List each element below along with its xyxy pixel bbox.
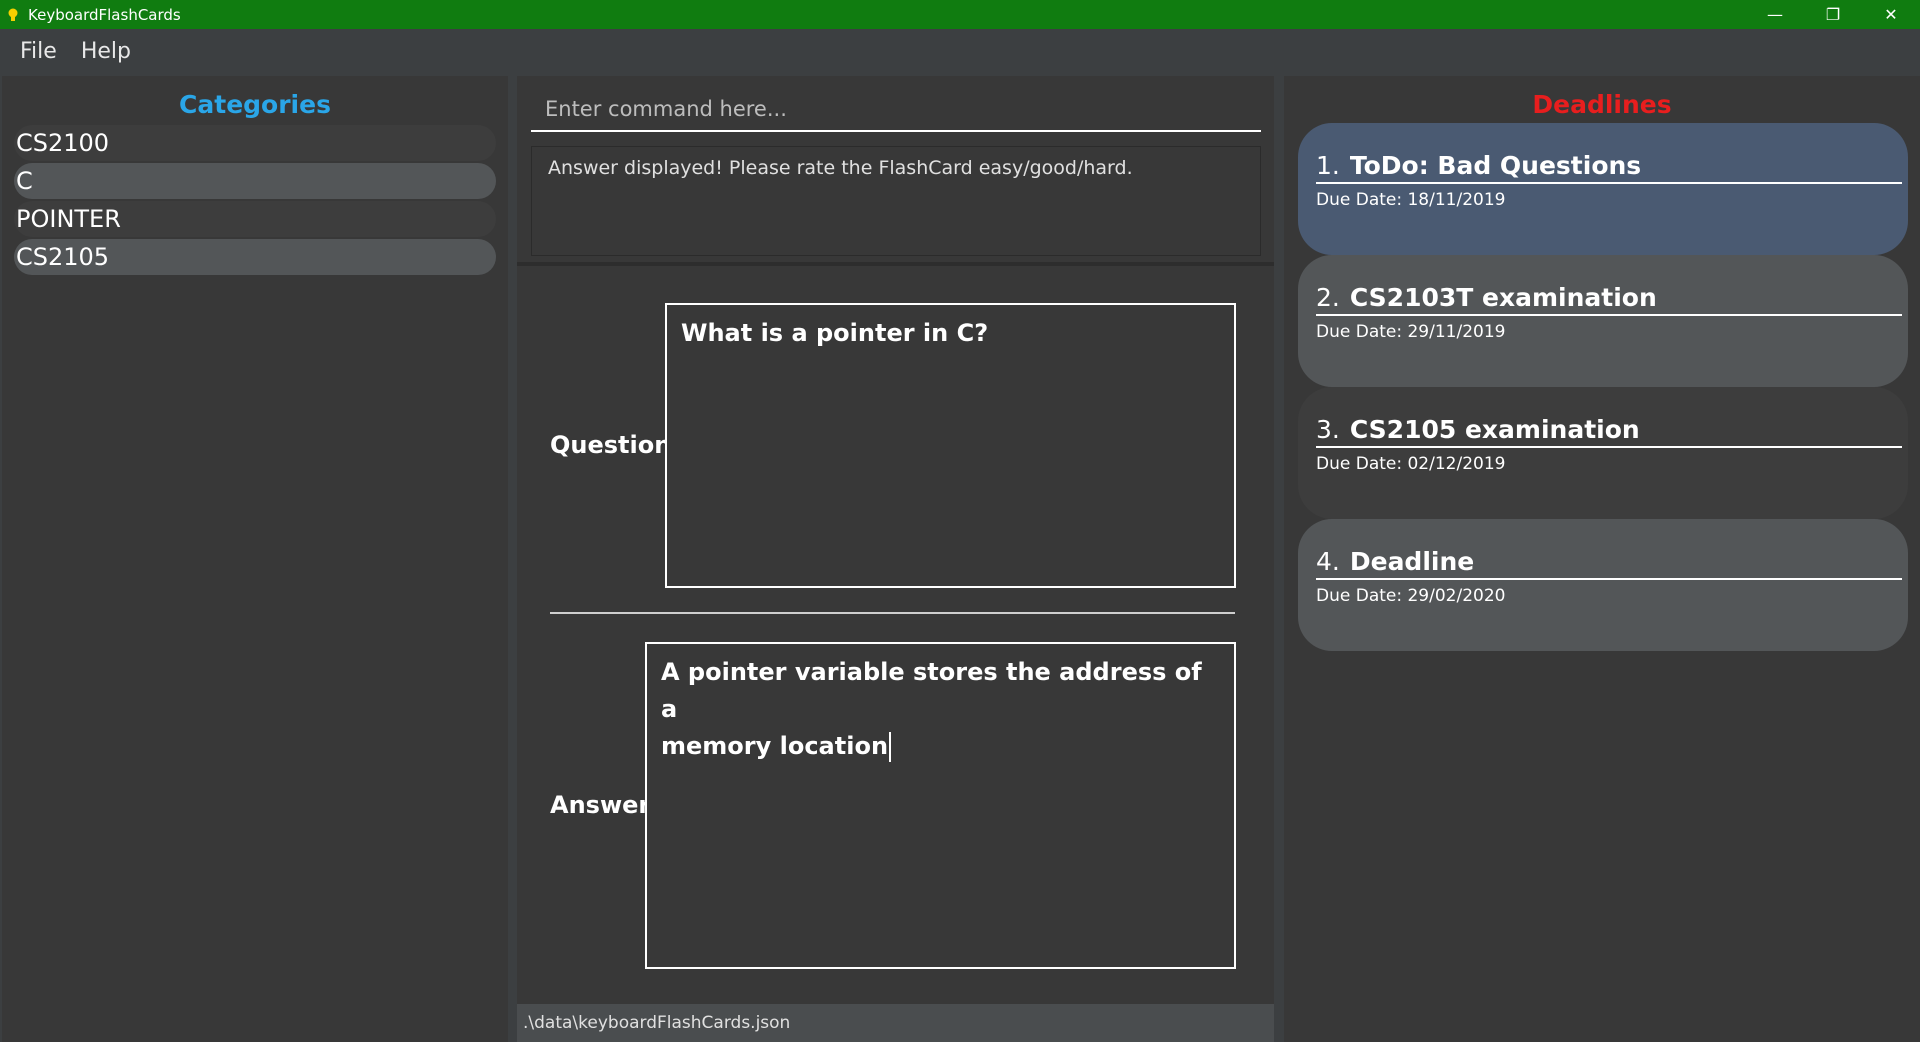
minimize-button[interactable]: — xyxy=(1746,0,1804,29)
menu-file[interactable]: File xyxy=(8,35,69,68)
text-caret xyxy=(889,732,892,762)
menu-bar: File Help xyxy=(0,29,1920,74)
category-item[interactable]: CS2100 xyxy=(14,125,496,161)
deadline-title: 1. ToDo: Bad Questions xyxy=(1316,151,1902,184)
qa-separator xyxy=(550,612,1235,614)
deadline-title: 2. CS2103T examination xyxy=(1316,283,1902,316)
command-area xyxy=(517,76,1274,132)
categories-list: CS2100 C POINTER CS2105 xyxy=(2,125,508,275)
category-item[interactable]: C xyxy=(14,163,496,199)
deadlines-heading: Deadlines xyxy=(1532,90,1672,119)
status-bar: .\data\keyboardFlashCards.json xyxy=(517,1004,1274,1042)
categories-panel: Categories CS2100 C POINTER CS2105 xyxy=(2,76,508,1042)
answer-box[interactable]: A pointer variable stores the address of… xyxy=(645,642,1236,969)
deadline-number: 1. xyxy=(1316,151,1340,180)
title-bar: KeyboardFlashCards — ❐ ✕ xyxy=(0,0,1920,29)
menu-help[interactable]: Help xyxy=(69,35,143,68)
close-button[interactable]: ✕ xyxy=(1862,0,1920,29)
deadlines-panel: Deadlines 1. ToDo: Bad Questions Due Date… xyxy=(1284,76,1920,1042)
window-title: KeyboardFlashCards xyxy=(28,5,181,24)
file-path: .\data\keyboardFlashCards.json xyxy=(523,1013,791,1033)
question-label: Question: xyxy=(550,431,681,459)
divider xyxy=(517,262,1274,266)
question-text: What is a pointer in C? xyxy=(681,319,989,347)
deadline-due-date: Due Date: 18/11/2019 xyxy=(1316,190,1506,210)
deadline-due-date: Due Date: 29/11/2019 xyxy=(1316,322,1506,342)
answer-label: Answer: xyxy=(550,791,660,819)
deadline-title: 3. CS2105 examination xyxy=(1316,415,1902,448)
deadline-title-text: CS2103T examination xyxy=(1349,283,1657,312)
window-controls: — ❐ ✕ xyxy=(1746,0,1920,29)
category-item[interactable]: POINTER xyxy=(14,201,496,237)
result-display: Answer displayed! Please rate the FlashC… xyxy=(531,146,1261,256)
main-panel: Answer displayed! Please rate the FlashC… xyxy=(517,76,1274,1042)
bulb-icon xyxy=(8,8,18,21)
deadline-due-date: Due Date: 29/02/2020 xyxy=(1316,586,1506,606)
deadline-title-text: CS2105 examination xyxy=(1349,415,1640,444)
category-item[interactable]: CS2105 xyxy=(14,239,496,275)
deadline-title-text: Deadline xyxy=(1349,547,1475,576)
answer-text-line-2: memory location xyxy=(661,732,889,760)
deadline-title: 4. Deadline xyxy=(1316,547,1902,580)
deadline-card[interactable]: 4. Deadline Due Date: 29/02/2020 xyxy=(1298,519,1908,651)
deadline-title-text: ToDo: Bad Questions xyxy=(1349,151,1642,180)
deadline-number: 3. xyxy=(1316,415,1340,444)
deadline-card[interactable]: 2. CS2103T examination Due Date: 29/11/20… xyxy=(1298,255,1908,387)
deadlines-list: 1. ToDo: Bad Questions Due Date: 18/11/20… xyxy=(1284,123,1920,651)
question-box: What is a pointer in C? xyxy=(665,303,1236,588)
categories-heading: Categories xyxy=(179,90,331,119)
answer-text-line-1: A pointer variable stores the address of… xyxy=(661,658,1202,723)
restore-button[interactable]: ❐ xyxy=(1804,0,1862,29)
deadline-number: 2. xyxy=(1316,283,1340,312)
command-input[interactable] xyxy=(531,88,1261,132)
deadline-number: 4. xyxy=(1316,547,1340,576)
deadline-card[interactable]: 3. CS2105 examination Due Date: 02/12/201… xyxy=(1298,387,1908,519)
deadline-card[interactable]: 1. ToDo: Bad Questions Due Date: 18/11/20… xyxy=(1298,123,1908,255)
deadline-due-date: Due Date: 02/12/2019 xyxy=(1316,454,1506,474)
